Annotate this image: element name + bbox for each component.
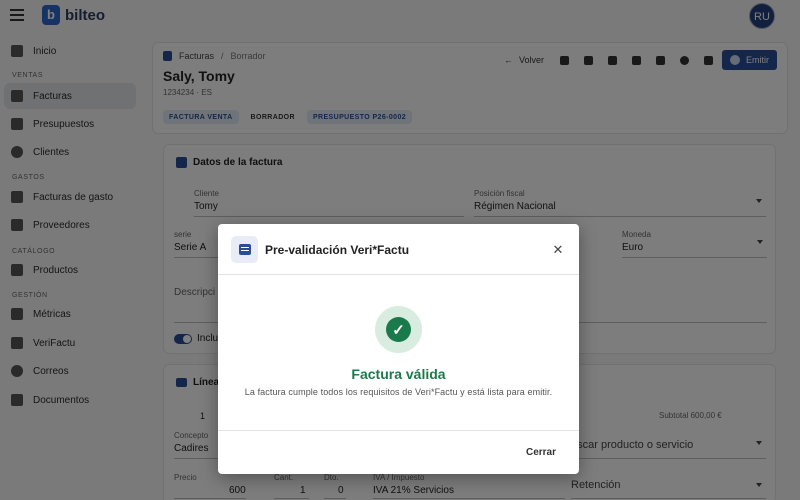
fact-check-icon [231, 236, 258, 263]
dialog-header: Pre-validación Veri*Factu ✕ [218, 224, 579, 275]
close-icon[interactable]: ✕ [551, 243, 565, 257]
dialog-footer: Cerrar [218, 430, 579, 474]
success-badge: ✓ [375, 306, 422, 353]
close-button[interactable]: Cerrar [526, 447, 556, 458]
verifactu-prevalidation-dialog: Pre-validación Veri*Factu ✕ ✓ Factura vá… [218, 224, 579, 474]
validation-status-title: Factura válida [351, 366, 446, 382]
check-circle-icon: ✓ [386, 317, 411, 342]
dialog-title: Pre-validación Veri*Factu [265, 243, 410, 257]
validation-status-message: La factura cumple todos los requisitos d… [244, 387, 553, 397]
